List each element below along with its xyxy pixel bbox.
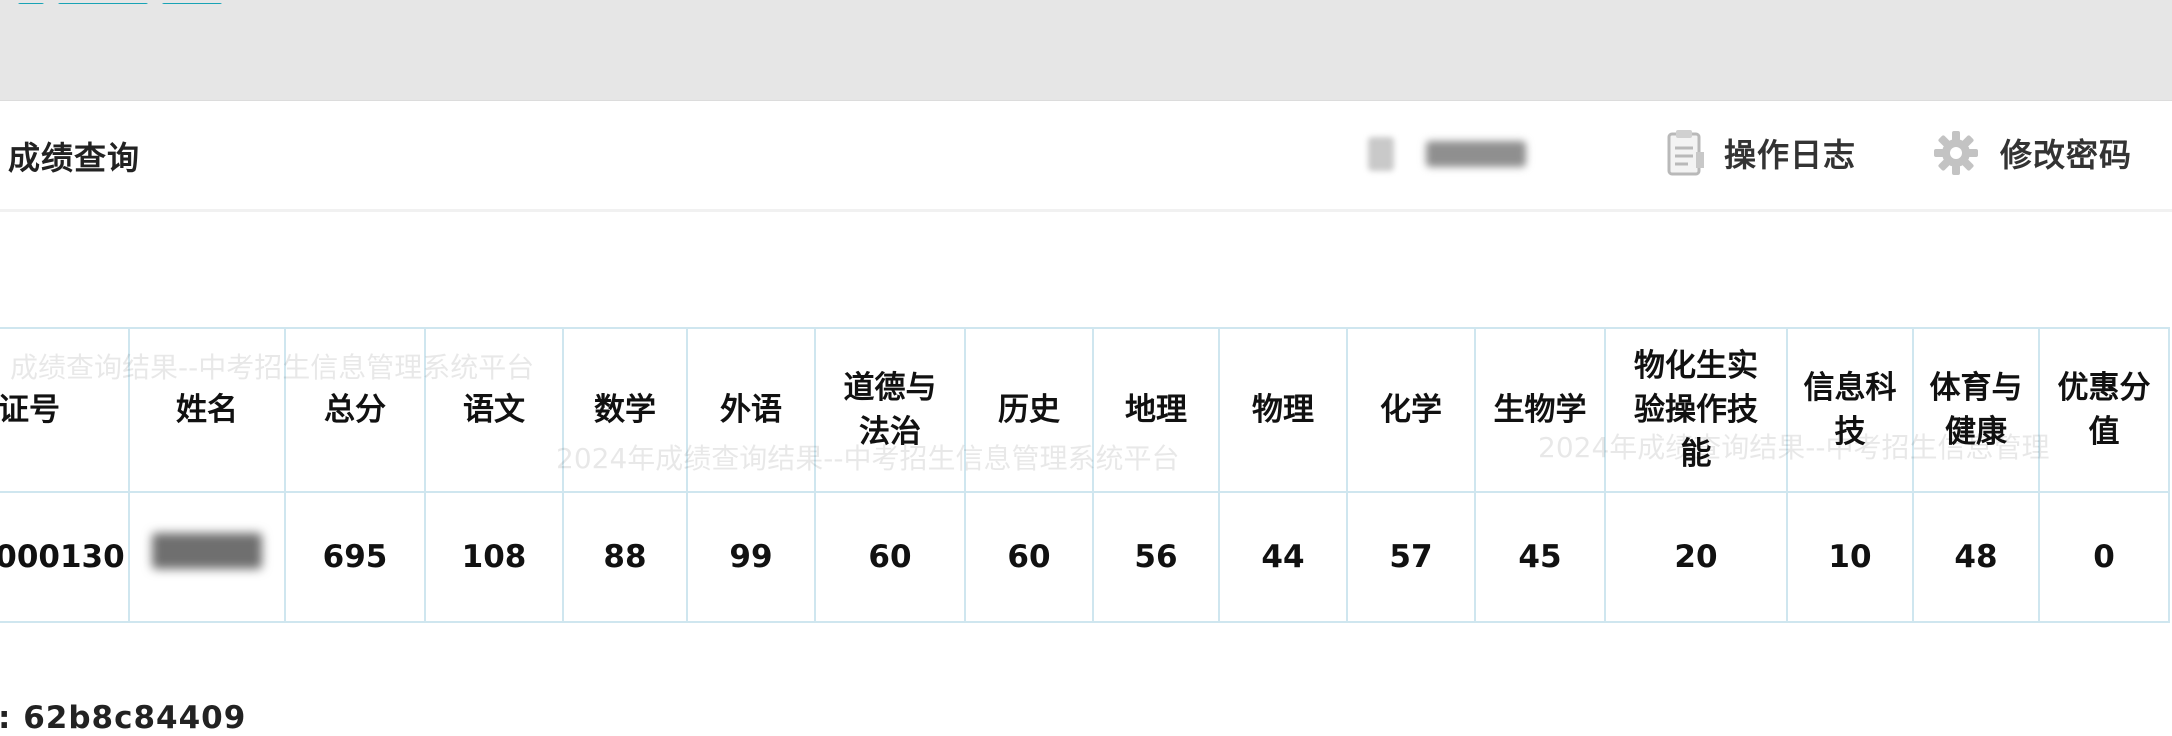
- operation-log-link[interactable]: 操作日志: [1666, 127, 1856, 179]
- cell-bonus: 0: [2038, 491, 2170, 623]
- col-header-name: 姓名: [128, 327, 286, 493]
- cell-total: 695: [284, 491, 426, 623]
- change-password-link[interactable]: 修改密码: [1932, 127, 2132, 179]
- cell-name: [128, 491, 286, 623]
- cell-history: 60: [964, 491, 1094, 623]
- cell-physics: 44: [1218, 491, 1348, 623]
- cell-biology: 45: [1474, 491, 1606, 623]
- cell-geography: 56: [1092, 491, 1220, 623]
- cell-info-tech: 10: [1786, 491, 1914, 623]
- document-icon: [1667, 130, 1704, 176]
- cell-pe-health: 48: [1912, 491, 2040, 623]
- col-header-bonus: 优惠分值: [2038, 327, 2170, 493]
- cell-chemistry: 57: [1346, 491, 1476, 623]
- col-header-chemistry: 化学: [1346, 327, 1476, 493]
- change-password-label: 修改密码: [2000, 136, 2133, 174]
- cell-id: 000130: [0, 491, 130, 623]
- score-table-container: 证号 姓名 总分 语文 数学 外语 道德与 法治 历史 地理 物理 化学 生物学 …: [0, 327, 2170, 623]
- col-header-foreign-language: 外语: [686, 327, 816, 493]
- verification-code-text: : 62b8c84409: [0, 700, 247, 736]
- table-header-row: 证号 姓名 总分 语文 数学 外语 道德与 法治 历史 地理 物理 化学 生物学 …: [0, 327, 2170, 493]
- col-header-physics: 物理: [1218, 327, 1348, 493]
- col-header-geography: 地理: [1092, 327, 1220, 493]
- col-header-info-tech: 信息科技: [1786, 327, 1914, 493]
- col-header-math: 数学: [562, 327, 688, 493]
- col-header-chinese: 语文: [424, 327, 564, 493]
- table-row: 000130 695 108 88 99 60 60 56 44 57 45 2…: [0, 491, 2170, 623]
- banner-partial-text: [18, 0, 238, 4]
- score-table: 证号 姓名 总分 语文 数学 外语 道德与 法治 历史 地理 物理 化学 生物学 …: [0, 327, 2170, 623]
- operation-log-label: 操作日志: [1724, 136, 1857, 174]
- col-header-morality-law: 道德与 法治: [814, 327, 966, 493]
- student-name-blurred: [152, 532, 262, 569]
- user-avatar: [1368, 137, 1394, 171]
- col-header-biology: 生物学: [1474, 327, 1606, 493]
- user-menu[interactable]: [1368, 129, 1578, 181]
- gear-icon: [1934, 131, 1978, 175]
- cell-math: 88: [562, 491, 688, 623]
- cell-morality-law: 60: [814, 491, 966, 623]
- cell-foreign-language: 99: [686, 491, 816, 623]
- cell-lab-skills: 20: [1604, 491, 1788, 623]
- page-title: 成绩查询: [8, 139, 141, 177]
- col-header-total: 总分: [284, 327, 426, 493]
- col-header-id: 证号: [0, 327, 130, 493]
- cell-chinese: 108: [424, 491, 564, 623]
- top-banner: [0, 0, 2172, 101]
- header-bar: 成绩查询 操作日志 修改密码: [0, 101, 2172, 212]
- col-header-pe-health: 体育与 健康: [1912, 327, 2040, 493]
- col-header-history: 历史: [964, 327, 1094, 493]
- col-header-lab-skills: 物化生实 验操作技能: [1604, 327, 1788, 493]
- user-name-blurred: [1426, 141, 1526, 167]
